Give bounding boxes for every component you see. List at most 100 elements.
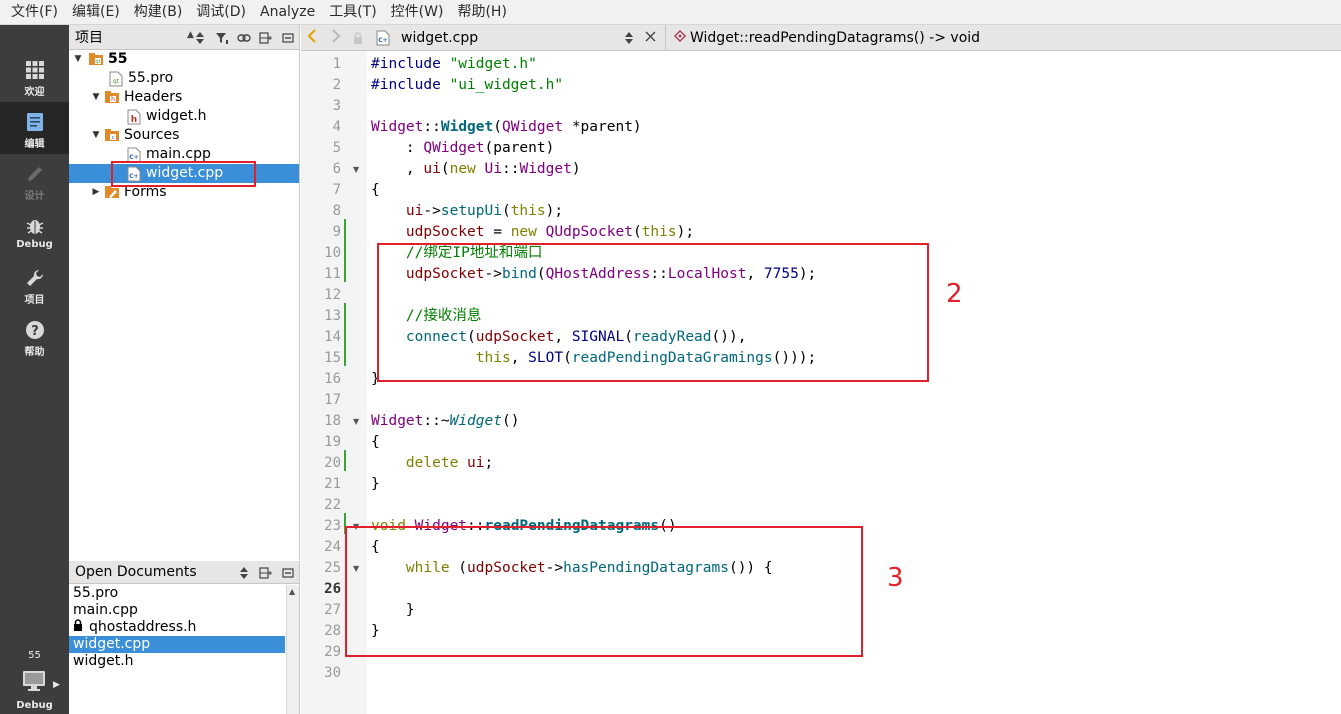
folder-icon: c (105, 128, 119, 144)
line-number: 24 (324, 539, 341, 555)
code-line: , ui(new Ui::Widget) (371, 159, 581, 180)
wrench-icon (23, 266, 47, 290)
code-line: : QWidget(parent) (371, 138, 554, 159)
project-panel-title: 项目 (75, 30, 103, 46)
code-line: #include "widget.h" (371, 54, 537, 75)
open-document-item[interactable]: main.cpp (69, 602, 285, 619)
code-token: : (371, 140, 424, 156)
line-number: 16 (324, 371, 341, 387)
line-number: 30 (324, 665, 341, 681)
open-document-item[interactable]: widget.h (69, 653, 285, 670)
menu-analyze[interactable]: Analyze (253, 0, 322, 25)
code-token: ui (405, 203, 424, 219)
chevron-up-icon[interactable]: ▲ (289, 587, 295, 596)
tree-item-label: 55 (108, 51, 128, 67)
nav-forward-button[interactable] (331, 25, 341, 51)
file-selector[interactable]: C+ widget.cpp (376, 25, 638, 51)
mode-edit-label: 编辑 (24, 139, 45, 150)
chevron-down-icon[interactable]: ▼ (73, 50, 83, 69)
open-document-item[interactable]: widget.cpp (69, 636, 285, 653)
code-token: Widget (440, 119, 494, 135)
chevron-down-icon[interactable]: ▼ (91, 126, 101, 145)
line-number: 9 (332, 224, 341, 240)
split-add-icon[interactable] (259, 566, 273, 580)
code-token: ui (423, 161, 441, 177)
mode-projects[interactable]: 项目 (0, 258, 69, 310)
tree-item-project[interactable]: ▼ qt 55 (73, 50, 128, 69)
pro-file-icon: qt (109, 71, 123, 87)
mode-help[interactable]: ? 帮助 (0, 310, 69, 362)
fold-marker-icon[interactable]: ▼ (353, 165, 359, 174)
close-panel-icon[interactable] (281, 566, 295, 580)
open-document-item[interactable]: 55.pro (69, 585, 285, 602)
document-edit-icon (23, 110, 47, 134)
chevron-right-icon[interactable]: ▶ (91, 183, 101, 202)
code-token: :: (423, 119, 441, 135)
code-token: this (510, 203, 546, 219)
menu-bar: 文件(F) 编辑(E) 构建(B) 调试(D) Analyze 工具(T) 控件… (0, 0, 1341, 25)
filter-icon[interactable] (215, 31, 229, 45)
fold-marker-icon[interactable]: ▼ (353, 417, 359, 426)
mode-welcome[interactable]: 欢迎 (0, 50, 69, 102)
updown-arrows-icon[interactable] (237, 566, 251, 580)
code-token: ); (676, 224, 695, 240)
mode-edit[interactable]: 编辑 (0, 102, 69, 154)
menu-debug[interactable]: 调试(D) (189, 0, 253, 25)
code-token: ( (493, 119, 502, 135)
mode-design[interactable]: 设计 (0, 154, 69, 206)
code-token: { (371, 434, 380, 450)
target-selector[interactable]: 55 ▶ Debug (0, 648, 69, 714)
code-token: QWidget (423, 140, 485, 156)
menu-tools[interactable]: 工具(T) (322, 0, 383, 25)
link-icon[interactable] (237, 31, 251, 45)
code-token: QUdpSocket (545, 224, 633, 240)
close-panel-icon[interactable] (281, 31, 295, 45)
tree-item-widget-h[interactable]: h widget.h (127, 107, 207, 126)
nav-back-button[interactable] (307, 25, 317, 51)
chevron-down-icon[interactable]: ▼ (91, 88, 101, 107)
menu-edit[interactable]: 编辑(E) (65, 0, 127, 25)
code-token: *parent) (563, 119, 642, 135)
line-number: 25 (324, 560, 341, 576)
split-add-icon[interactable] (259, 31, 273, 45)
code-token: (parent) (484, 140, 555, 156)
tree-item-sources[interactable]: ▼ c Sources (91, 126, 180, 145)
open-documents-scrollbar[interactable]: ▲ (286, 585, 299, 714)
chevron-left-icon (307, 29, 317, 47)
line-number: 22 (324, 497, 341, 513)
editor-toolbar: C+ widget.cpp Widget::readPendingDatagra… (301, 25, 1341, 51)
open-document-item[interactable]: qhostaddress.h (69, 619, 285, 636)
code-editor[interactable]: 1 2 3 4 5 6 ▼ 7 8 9 10 11 12 13 14 15 16 17 18 ▼ 19 20 21 22 23 ▼… (301, 51, 1341, 714)
close-file-button[interactable] (645, 25, 656, 51)
function-selector[interactable]: Widget::readPendingDatagrams() -> void (665, 25, 980, 51)
line-number: 3 (332, 98, 341, 114)
grid-icon (23, 58, 47, 82)
project-panel-header: 项目 ▲ (69, 25, 299, 50)
menu-build[interactable]: 构建(B) (127, 0, 190, 25)
svg-text:c: c (112, 135, 115, 141)
line-number: 28 (324, 623, 341, 639)
code-token: #include (371, 56, 450, 72)
menu-file[interactable]: 文件(F) (4, 0, 65, 25)
annotation-label-2: 2 (946, 279, 963, 309)
code-token: setupUi (440, 203, 502, 219)
open-documents-toolbar (237, 561, 295, 584)
code-line: ui->setupUi(this); (371, 201, 563, 222)
mode-debug[interactable]: Debug (0, 206, 69, 258)
menu-widgets[interactable]: 控件(W) (384, 0, 451, 25)
line-number: 20 (324, 455, 341, 471)
menu-help[interactable]: 帮助(H) (450, 0, 513, 25)
line-number: 2 (332, 77, 341, 93)
svg-text:h: h (111, 96, 115, 103)
code-token: Widget (449, 413, 502, 429)
code-token: new (510, 224, 537, 240)
tree-item-headers[interactable]: ▼ h Headers (91, 88, 183, 107)
cpp-file-icon: C+ (376, 30, 390, 46)
updown-arrows-icon[interactable] (193, 31, 207, 45)
code-token: #include (371, 77, 450, 93)
line-number: 21 (324, 476, 341, 492)
tree-item-pro-file[interactable]: qt 55.pro (109, 69, 173, 88)
code-token: ( (632, 224, 642, 240)
